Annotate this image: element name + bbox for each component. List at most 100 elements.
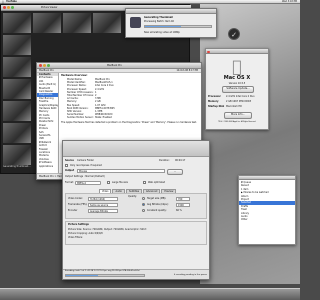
shield-icon: ✓ — [228, 28, 240, 40]
avg-bitrate-radio[interactable] — [142, 203, 145, 206]
avg-bitrate-label: Avg Bitrate (kbps): — [147, 203, 169, 206]
format-label: Format: — [65, 181, 74, 184]
copyright-text: TM & © 1983-2008 Apple Inc. All Rights R… — [218, 122, 256, 123]
encoder-value: Average Bitrate — [90, 210, 108, 213]
thumbnail[interactable] — [63, 13, 91, 33]
profiler-header-title: MacBook Pro — [39, 69, 54, 72]
close-icon[interactable] — [39, 64, 42, 67]
video-codec-select[interactable]: H.264 (x264) — [88, 197, 118, 201]
large-file-checkbox[interactable] — [107, 181, 110, 184]
gallery-caption: Generating thumbnail... — [3, 165, 31, 168]
picture-cropping-text: Picture Cropping: Auto 0/0/0/0 — [68, 232, 103, 235]
output-value: Movies — [79, 170, 87, 173]
memory-label: Memory — [208, 100, 219, 103]
encoder-label: Encoder — [68, 209, 78, 212]
close-icon[interactable] — [207, 50, 210, 53]
thumbnail[interactable] — [93, 13, 121, 33]
thumbnail[interactable] — [3, 123, 31, 143]
window-controls — [207, 50, 211, 54]
thumbnail[interactable] — [3, 101, 31, 121]
thumbnail[interactable] — [3, 79, 31, 99]
startup-label: Startup Disk — [208, 105, 225, 108]
profiler-note: The Apple Hardware Test has detected a p… — [61, 121, 197, 125]
framerate-select[interactable]: Same as source — [88, 203, 118, 207]
encoding-status: Encoding: task 1 of 1, 41.28 % (97.10 fp… — [65, 270, 140, 272]
target-size-field[interactable]: 700 — [176, 197, 190, 201]
picture-size-text: Picture Size: Source: 720x480, Output: 7… — [68, 228, 147, 231]
profiler-header-bar: MacBook Pro 10-Oct-08 8:17 PM — [37, 69, 201, 73]
web-optimized-label: Web optimized — [148, 181, 166, 184]
system-profiler-title: MacBook Pro — [107, 64, 122, 67]
browse-button[interactable]: … — [167, 169, 183, 175]
source-list-panel: ▼ Queue Recent 1 item ▶ Movies to be watche… — [238, 175, 296, 245]
software-update-button[interactable]: Software Update... — [222, 86, 254, 93]
browser-title: Picture Viewer — [41, 6, 58, 9]
video-codec-value: H.264 (x264) — [90, 198, 106, 201]
minimize-icon[interactable] — [7, 6, 10, 9]
source-list[interactable]: ▼ Queue Recent 1 item ▶ Movies to be watche… — [239, 181, 295, 222]
video-codec-label: Video Codec: — [68, 197, 84, 200]
format-value: MPEG-4 — [77, 182, 86, 185]
info-table: Model Name: MacBook Pro Model Identifier: M… — [61, 78, 199, 119]
about-mac-titlebar — [206, 49, 268, 54]
output-label: Output — [65, 169, 75, 172]
toolbar — [63, 141, 209, 157]
avg-bitrate-field[interactable]: 1500 — [176, 203, 190, 207]
encoder-select[interactable]: Average Bitrate — [88, 209, 118, 213]
profiler-sidebar[interactable]: Contents ▼ Hardware ATA Audio (Built In) Bl… — [37, 73, 59, 173]
format-select[interactable]: MPEG-4 — [75, 181, 101, 185]
web-optimized-checkbox[interactable] — [143, 181, 146, 184]
thumbnail[interactable] — [33, 13, 61, 33]
quality-label: Quality: — [128, 195, 137, 198]
profiler-tree[interactable]: ▼ Hardware ATA Audio (Built In) Bluetooth Ca… — [37, 76, 58, 168]
progress-dialog-title: Generating Thumbnail — [144, 16, 173, 19]
window-controls — [3, 6, 15, 10]
thumbnail[interactable] — [3, 145, 31, 165]
window-controls — [39, 64, 51, 68]
zoom-icon[interactable] — [47, 64, 50, 67]
source-list-item[interactable]: Other — [239, 218, 295, 221]
thumbnail[interactable] — [3, 35, 31, 55]
close-icon[interactable] — [3, 6, 6, 9]
constant-quality-radio[interactable] — [142, 209, 145, 212]
constant-quality-label: Constant quality: — [147, 209, 167, 212]
os-name: Mac OS X — [223, 75, 251, 81]
target-size-radio[interactable] — [142, 197, 145, 200]
dock — [0, 288, 300, 300]
status-bar: Encoding: task 1 of 1, 41.28 % (97.10 fp… — [63, 269, 209, 279]
progress-dialog-subtitle: Processing Batch: Item 40 — [144, 20, 174, 23]
section-title: Hardware Overview: — [61, 74, 88, 77]
progress-bar-track — [144, 25, 212, 28]
profiler-header-date: 10-Oct-08 8:17 PM — [176, 69, 198, 72]
more-info-button[interactable]: More Info... — [224, 112, 252, 119]
profiler-tree-item[interactable]: Applications — [37, 165, 58, 168]
queue-status: 0 encoding pending in the queue — [173, 274, 207, 276]
thumbnail[interactable] — [3, 13, 31, 33]
progress-dialog: Generating Thumbnail Processing Batch: I… — [125, 8, 217, 38]
encoding-progress-fill — [66, 275, 98, 276]
output-checkbox[interactable] — [65, 164, 68, 167]
thumbnail[interactable] — [3, 57, 31, 77]
menu-bar-app-name[interactable]: YouTube — [6, 0, 17, 3]
picture-settings-box: Picture Settings Picture Size: Source: 7… — [65, 221, 207, 245]
menu-bar-clock[interactable]: Wed 3:43 PM — [282, 0, 297, 3]
progress-dialog-titlebar — [126, 9, 216, 14]
duration-value: 00:04:17 — [175, 159, 186, 162]
target-size-value: 700 — [178, 198, 183, 201]
picture-settings-title: Picture Settings — [68, 223, 89, 226]
zoom-icon[interactable] — [11, 6, 14, 9]
processor-value: 2.4 GHz Intel Core 2 Duo — [226, 95, 255, 98]
large-file-label: Large file size — [112, 181, 128, 184]
info-value: State: Enabled — [95, 116, 112, 120]
encoding-progress-track — [65, 274, 145, 277]
source-value: Camera Folder — [77, 159, 94, 162]
output-checkbox-label: Only recompress if required — [70, 164, 102, 167]
minimize-icon[interactable] — [43, 64, 46, 67]
info-row: Sudden Motion Sensor:State: Enabled — [61, 116, 199, 119]
about-mac-window:  Mac OS X Version 10.5.5 Software Updat… — [205, 48, 269, 130]
output-field[interactable]: Movies — [77, 169, 165, 173]
output-settings-title: Output Settings : Normal (Default) — [65, 175, 105, 178]
source-list-titlebar — [239, 176, 295, 180]
tab-panel: Video Codec: H.264 (x264) Framerate (FPS… — [65, 193, 207, 219]
info-key: Sudden Motion Sensor: — [67, 116, 94, 120]
